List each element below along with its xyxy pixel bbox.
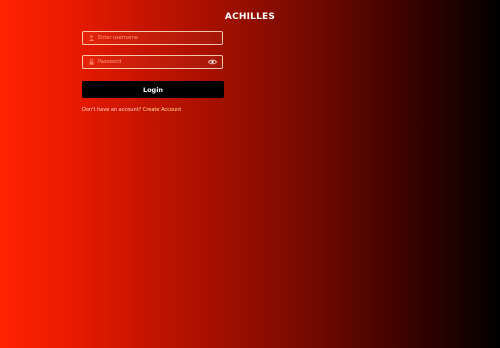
username-input[interactable]	[97, 32, 222, 44]
username-field[interactable]	[82, 31, 223, 45]
create-account-link[interactable]: Create Account	[143, 107, 181, 113]
app-title: ACHILLES	[224, 12, 276, 22]
eye-icon[interactable]	[205, 59, 219, 65]
lock-icon	[85, 59, 97, 65]
signup-prompt-text: Don't have an account?	[82, 107, 142, 113]
user-icon	[85, 35, 97, 41]
password-input[interactable]	[97, 56, 205, 68]
signup-prompt: Don't have an account? Create Account	[82, 107, 181, 113]
login-button[interactable]: Login	[82, 81, 224, 98]
password-field[interactable]	[82, 55, 223, 69]
